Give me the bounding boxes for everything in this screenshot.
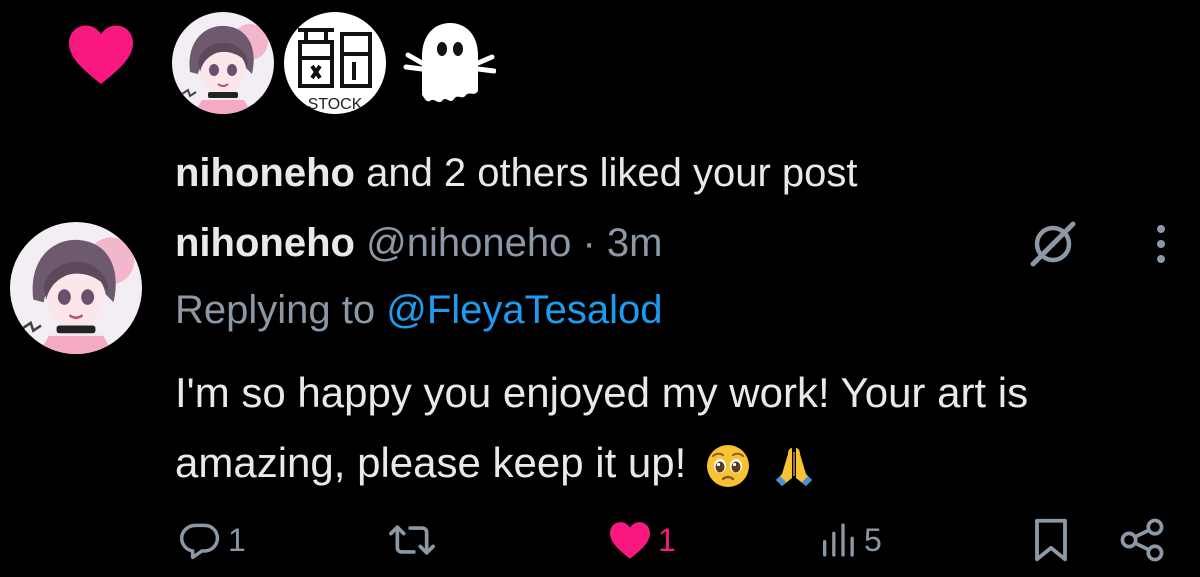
heart-icon: [69, 25, 133, 84]
like-count: 1: [658, 521, 676, 558]
post-text: I'm so happy you enjoyed my work! Your a…: [175, 358, 1195, 498]
header-separator: ·: [582, 221, 596, 265]
retweet-button[interactable]: [388, 513, 442, 567]
retweet-icon: [389, 525, 435, 555]
post-header: nihoneho @nihoneho · 3m: [175, 218, 662, 268]
reply-icon: [179, 523, 220, 560]
replying-prefix: Replying to: [175, 288, 387, 332]
liked-notification-text[interactable]: nihoneho and 2 others liked your post: [175, 148, 858, 198]
post-text-line-1: I'm so happy you enjoyed my work! Your a…: [175, 369, 1029, 416]
post-text-line-2: amazing, please keep it up!: [175, 428, 1195, 498]
liker-avatar-ghost[interactable]: [396, 13, 497, 113]
ghost-icon: [403, 23, 497, 103]
bookmark-icon: [1035, 518, 1067, 562]
post-timestamp[interactable]: 3m: [607, 221, 663, 265]
views-count: 5: [864, 521, 882, 558]
views-button[interactable]: 5: [818, 513, 882, 567]
share-icon: [1120, 518, 1164, 562]
post-text-line-2-content: amazing, please keep it up!: [175, 439, 687, 486]
bookmark-button[interactable]: [1030, 513, 1072, 567]
liker-avatars: STOCK: [172, 8, 497, 118]
post-author-avatar[interactable]: [10, 222, 142, 354]
liker-avatar-stock[interactable]: STOCK: [284, 12, 386, 114]
like-button[interactable]: 1: [608, 513, 676, 567]
liked-rest-text: and 2 others liked your post: [354, 151, 858, 195]
author-handle[interactable]: @nihoneho: [366, 221, 571, 265]
pleading-face-icon: [707, 444, 749, 487]
replying-to-line: Replying to @FleyaTesalod: [175, 285, 663, 335]
author-display-name[interactable]: nihoneho: [175, 221, 355, 265]
share-button[interactable]: [1118, 513, 1166, 567]
views-icon: [823, 523, 854, 557]
reply-count: 1: [228, 521, 246, 558]
liker-avatar-nihoneho[interactable]: [172, 12, 274, 114]
more-vertical-icon[interactable]: [1146, 220, 1176, 268]
liker-name[interactable]: nihoneho: [175, 151, 355, 195]
stock-caption: STOCK: [308, 96, 363, 113]
replying-to-mention[interactable]: @FleyaTesalod: [386, 288, 662, 332]
heart-icon: [610, 522, 650, 559]
reply-button[interactable]: 1: [178, 513, 246, 567]
folded-hands-icon: [775, 447, 812, 486]
grok-icon[interactable]: [1025, 216, 1081, 272]
